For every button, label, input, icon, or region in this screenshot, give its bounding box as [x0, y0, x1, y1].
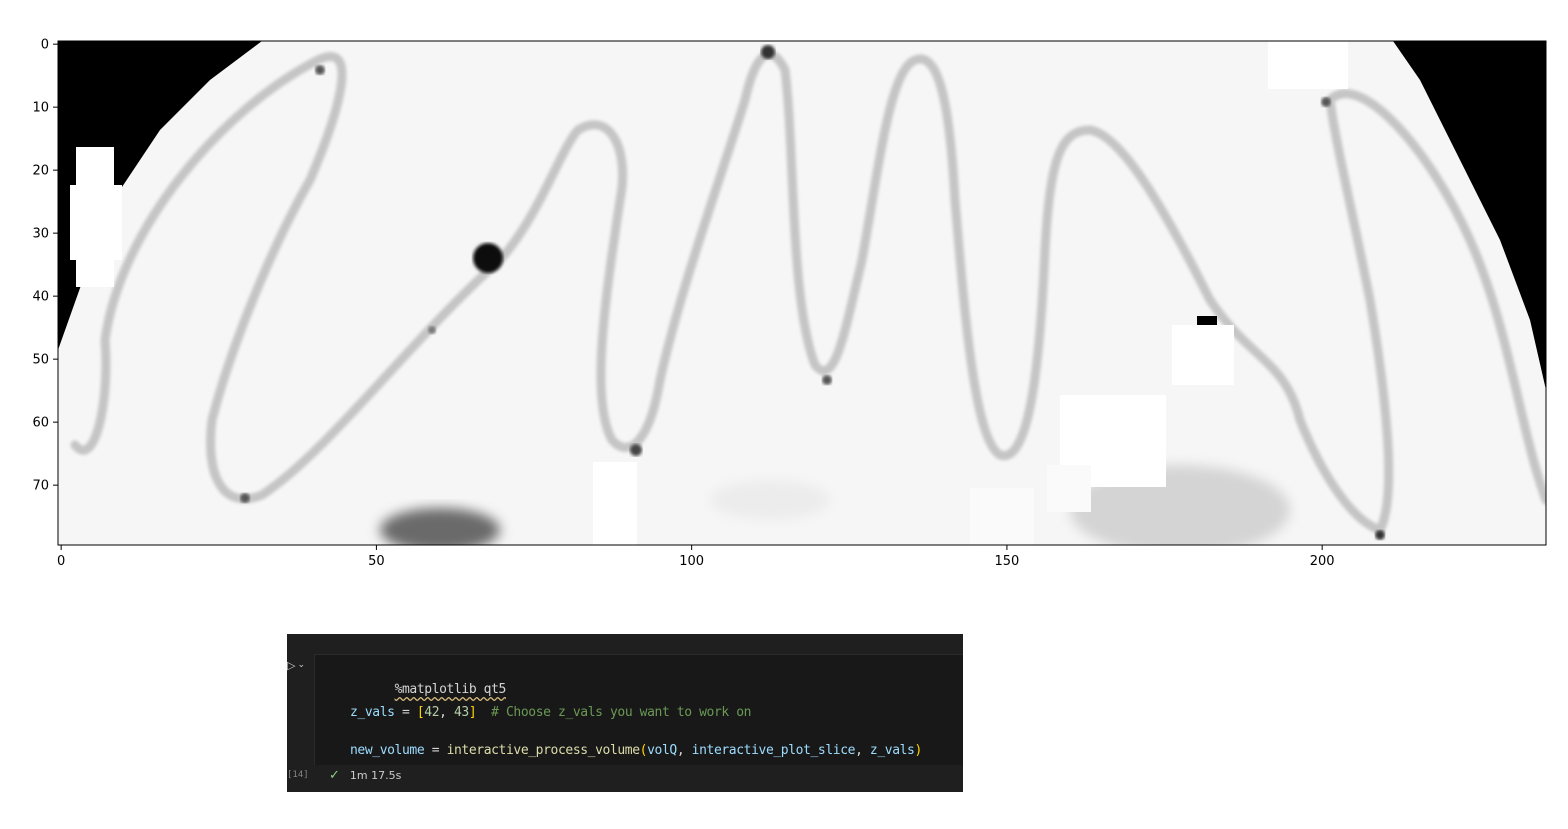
bright-patch	[593, 462, 637, 545]
code-comment: # Choose z_vals you want to work on	[476, 705, 752, 720]
x-tick-label: 200	[1310, 554, 1335, 569]
x-tick-label: 100	[679, 554, 704, 569]
code-token: ,	[676, 743, 692, 758]
cell-status: ✓ 1m 17.5s	[329, 768, 401, 783]
execution-count: [14]	[287, 770, 309, 780]
code-token: (	[639, 743, 648, 758]
code-token: interactive_process_volume	[446, 743, 640, 758]
slice-plot: 0 50 100 150 200 0 10 20 30 40 50 60 70	[32, 38, 1547, 569]
code-token: new_volume	[350, 743, 425, 758]
shadow-region	[710, 480, 830, 520]
code-editor[interactable]: %matplotlib qt5 z_vals = [42, 43] # Choo…	[314, 654, 963, 765]
code-token: ,	[439, 705, 454, 720]
code-token: z_vals	[350, 705, 395, 720]
y-tick-label: 0	[41, 38, 49, 53]
x-tick-label: 0	[57, 554, 65, 569]
dark-spot	[761, 45, 775, 59]
y-tick-label: 20	[32, 164, 49, 179]
run-cell-button[interactable]: ▷ ⌄	[287, 656, 311, 674]
y-tick-label: 10	[32, 101, 49, 116]
code-token: 43	[454, 705, 469, 720]
x-tick-label: 50	[368, 554, 385, 569]
bright-patch	[70, 185, 122, 260]
execution-time: 1m 17.5s	[349, 769, 402, 782]
code-token: 42	[424, 705, 440, 720]
code-token: ,	[855, 743, 870, 758]
y-tick-label: 60	[32, 416, 49, 431]
y-tick-label: 70	[32, 479, 49, 494]
magic-command: %matplotlib qt5	[394, 682, 507, 697]
bright-patch	[970, 488, 1034, 545]
dark-spot	[240, 493, 250, 503]
code-token: z_vals	[869, 743, 915, 758]
y-tick-label: 40	[32, 290, 49, 305]
dark-spot	[315, 65, 325, 75]
x-tick-label: 150	[995, 554, 1020, 569]
check-icon: ✓	[329, 768, 340, 783]
chevron-down-icon[interactable]: ⌄	[297, 660, 305, 670]
dark-spot	[1375, 530, 1385, 540]
bright-patch	[1172, 325, 1234, 385]
bright-patch	[1047, 465, 1091, 512]
code-line-2[interactable]: z_vals = [42, 43] # Choose z_vals you wa…	[350, 705, 751, 720]
dark-spot	[428, 326, 436, 334]
code-token: volQ	[647, 743, 677, 758]
code-token: interactive_plot_slice	[691, 743, 856, 758]
code-token: =	[394, 705, 417, 720]
play-icon[interactable]: ▷	[287, 659, 295, 672]
y-tick-label: 50	[32, 353, 49, 368]
dark-spot	[473, 243, 503, 273]
dark-spot	[630, 444, 642, 456]
code-token: )	[914, 743, 922, 758]
dark-spot	[1321, 97, 1331, 107]
x-axis: 0 50 100 150 200	[57, 545, 1335, 569]
code-token: =	[424, 743, 447, 758]
y-tick-label: 30	[32, 227, 49, 242]
y-axis: 0 10 20 30 40 50 60 70	[32, 38, 58, 494]
bright-patch	[1268, 41, 1348, 89]
dark-spot	[822, 375, 832, 385]
notebook-cell[interactable]: ▷ ⌄ [14] %matplotlib qt5 z_vals = [42, 4…	[287, 634, 963, 792]
code-line-3[interactable]: new_volume = interactive_process_volume(…	[350, 743, 922, 758]
